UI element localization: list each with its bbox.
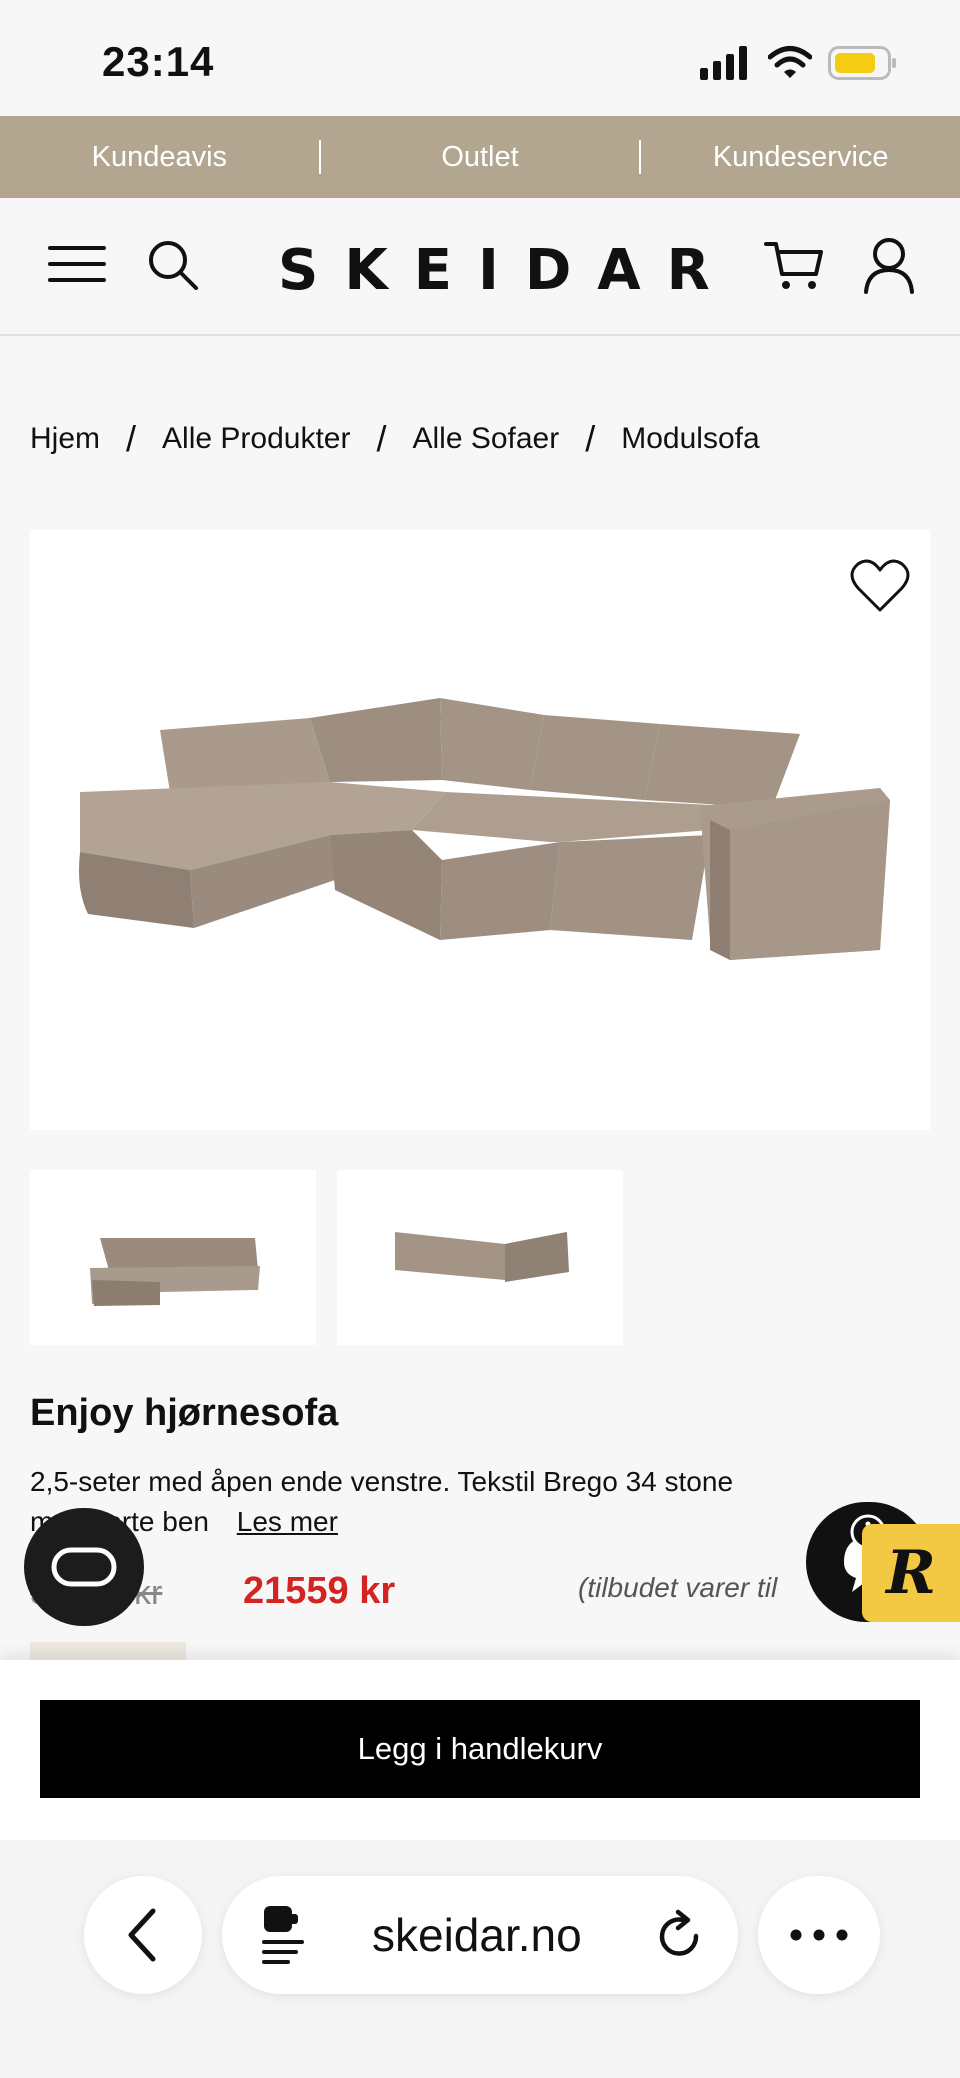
- accessibility-button[interactable]: [24, 1508, 144, 1626]
- sofa-image: [79, 698, 890, 960]
- color-swatch[interactable]: [30, 1642, 186, 1662]
- reader-icon[interactable]: [258, 1904, 308, 1966]
- battery-icon: [828, 46, 896, 80]
- user-icon[interactable]: [862, 236, 916, 294]
- thumbnail-1[interactable]: [30, 1170, 316, 1345]
- breadcrumb-separator: /: [126, 418, 137, 459]
- menu-icon[interactable]: [48, 244, 106, 284]
- read-more-link[interactable]: Les mer: [237, 1506, 338, 1537]
- status-bar: 23:14: [0, 0, 960, 116]
- product-description: 2,5-seter med åpen ende venstre. Tekstil…: [30, 1462, 790, 1542]
- thumbnail-2[interactable]: [337, 1170, 623, 1345]
- promo-link-kundeavis[interactable]: Kundeavis: [0, 141, 319, 174]
- promo-link-outlet[interactable]: Outlet: [321, 141, 640, 174]
- product-description-text: 2,5-seter med åpen ende venstre. Tekstil…: [30, 1466, 734, 1537]
- browser-toolbar: skeidar.no: [0, 1840, 960, 2078]
- add-to-cart-button[interactable]: Legg i handlekurv: [40, 1700, 920, 1798]
- breadcrumb-item-modular-sofa[interactable]: Modulsofa: [621, 422, 759, 456]
- link-icon: [51, 1547, 117, 1587]
- sale-price: 21559 kr: [243, 1570, 396, 1612]
- breadcrumb-item-home[interactable]: Hjem: [30, 422, 100, 456]
- more-icon: [790, 1929, 848, 1941]
- address-bar[interactable]: skeidar.no: [222, 1876, 738, 1994]
- url-text: skeidar.no: [372, 1909, 582, 1961]
- back-button[interactable]: [84, 1876, 202, 1994]
- breadcrumb: Hjem / Alle Produkter / Alle Sofaer / Mo…: [30, 418, 760, 460]
- more-button[interactable]: [758, 1876, 880, 1994]
- signal-icon: [700, 46, 747, 80]
- breadcrumb-separator: /: [376, 418, 387, 459]
- thumbnail-sofa-image: [90, 1238, 260, 1306]
- breadcrumb-separator: /: [585, 418, 596, 459]
- back-icon: [128, 1908, 156, 1962]
- product-main-image[interactable]: [30, 530, 930, 1130]
- site-header: SKEIDAR: [0, 198, 960, 336]
- breadcrumb-item-all-products[interactable]: Alle Produkter: [162, 422, 350, 456]
- product-title: Enjoy hjørnesofa: [30, 1392, 339, 1434]
- breadcrumb-item-all-sofas[interactable]: Alle Sofaer: [412, 422, 559, 456]
- site-logo[interactable]: SKEIDAR: [278, 238, 736, 303]
- reload-icon[interactable]: [656, 1908, 706, 1962]
- reviews-badge[interactable]: R: [862, 1524, 960, 1622]
- thumbnail-sofa-back-image: [395, 1232, 569, 1282]
- heart-icon[interactable]: [850, 558, 910, 614]
- cart-icon[interactable]: [764, 238, 824, 292]
- search-icon[interactable]: [146, 238, 200, 292]
- promo-link-kundeservice[interactable]: Kundeservice: [641, 141, 960, 174]
- wifi-icon: [768, 46, 812, 78]
- status-time: 23:14: [102, 38, 215, 85]
- promo-bar: Kundeavis Outlet Kundeservice: [0, 116, 960, 198]
